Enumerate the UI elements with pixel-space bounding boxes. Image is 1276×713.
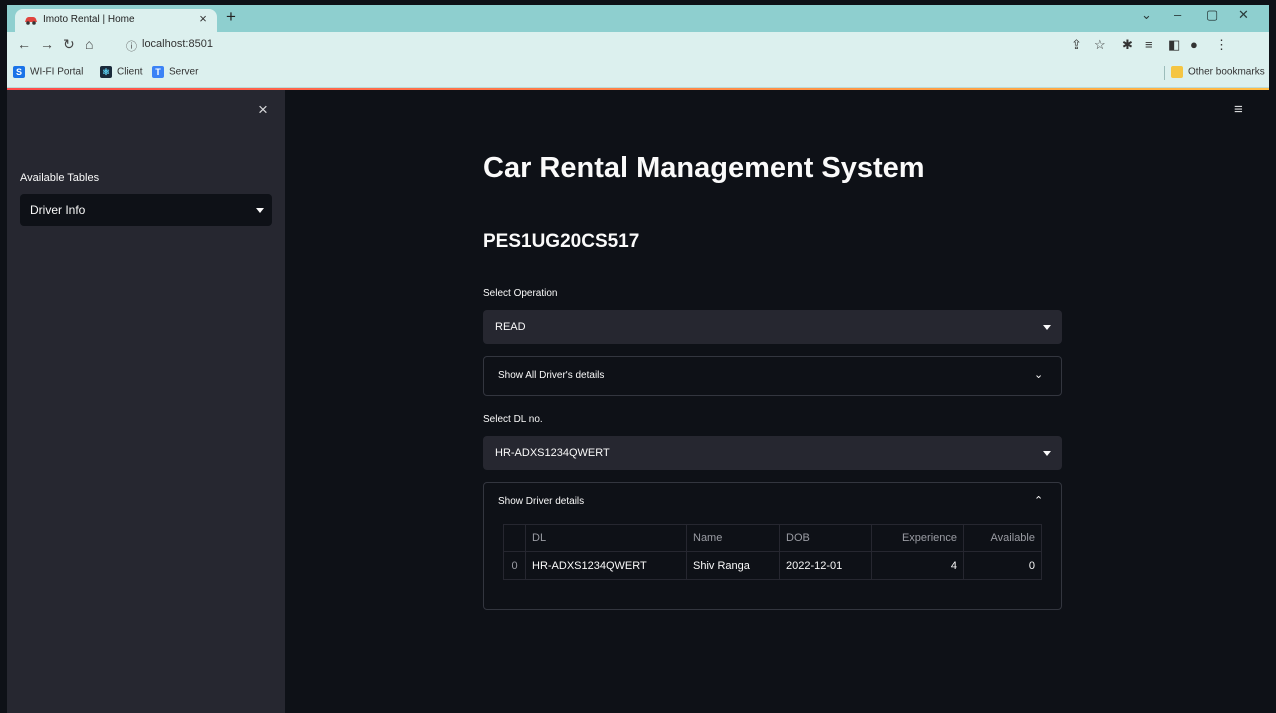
forward-icon[interactable]: → (40, 36, 54, 52)
close-window-icon[interactable]: ✕ (1238, 7, 1249, 23)
row-index: 0 (503, 551, 526, 580)
operation-select-value: READ (495, 321, 526, 333)
bookmark-server[interactable]: T Server (152, 66, 198, 78)
cell-dob[interactable]: 2022-12-01 (779, 551, 872, 580)
browser-window: Imoto Rental | Home × + ⌄ – ▢ ✕ ← → ↻ ⌂ … (7, 5, 1269, 713)
cell-available[interactable]: 0 (963, 551, 1042, 580)
restore-icon[interactable]: ▢ (1206, 7, 1218, 23)
folder-icon (1171, 66, 1183, 78)
car-icon (25, 17, 37, 25)
tab-search-icon[interactable]: ⌄ (1141, 7, 1152, 23)
main-content: ≡ Car Rental Management System PES1UG20C… (285, 90, 1269, 713)
hamburger-menu-icon[interactable]: ≡ (1234, 101, 1243, 118)
share-icon[interactable]: ⇪ (1071, 37, 1082, 52)
sidebar: × Available Tables Driver Info (7, 90, 285, 713)
cell-name[interactable]: Shiv Ranga (686, 551, 780, 580)
all-drivers-expander[interactable]: Show All Driver's details ⌄ (483, 356, 1062, 396)
cell-dl[interactable]: HR-ADXS1234QWERT (525, 551, 687, 580)
tab-strip: Imoto Rental | Home × + ⌄ – ▢ ✕ (7, 5, 1269, 32)
profile-avatar-icon[interactable]: ● (1190, 37, 1198, 52)
extensions-icon[interactable]: ✱ (1122, 37, 1133, 52)
bookmarks-bar: S WI-FI Portal ⚛ Client T Server Other book… (7, 58, 1269, 88)
back-icon[interactable]: ← (17, 36, 31, 52)
column-header-dob[interactable]: DOB (779, 524, 872, 552)
new-tab-icon[interactable]: + (226, 8, 236, 25)
bookmark-wifi-portal[interactable]: S WI-FI Portal (13, 66, 83, 78)
browser-toolbar: ← → ↻ ⌂ ⓘ localhost:8501 ⇪ ☆ ✱ ≡ ◧ ● ⋮ (7, 32, 1269, 58)
dl-label: Select DL no. (483, 414, 543, 425)
column-header-name[interactable]: Name (686, 524, 780, 552)
menu-dots-icon[interactable]: ⋮ (1215, 37, 1228, 52)
caret-down-icon (256, 208, 264, 213)
driver-details-expander[interactable]: Show Driver details ⌃ DL Name DOB Experi… (483, 482, 1062, 610)
tab-close-icon[interactable]: × (196, 11, 210, 26)
driver-table: DL Name DOB Experience Available 0 HR-AD… (503, 524, 1042, 580)
s-logo-icon: S (13, 66, 25, 78)
side-panel-icon[interactable]: ◧ (1168, 37, 1180, 52)
column-header-available[interactable]: Available (963, 524, 1042, 552)
column-header-dl[interactable]: DL (525, 524, 687, 552)
page-title: Car Rental Management System (483, 152, 925, 184)
table-select[interactable]: Driver Info (20, 194, 272, 226)
column-header-experience[interactable]: Experience (871, 524, 964, 552)
other-bookmarks[interactable]: Other bookmarks (1171, 66, 1265, 78)
column-header-index[interactable] (503, 524, 526, 552)
minimize-icon[interactable]: – (1174, 7, 1181, 22)
server-logo-icon: T (152, 66, 164, 78)
react-icon: ⚛ (100, 66, 112, 78)
caret-down-icon (1043, 451, 1051, 456)
all-drivers-expander-label: Show All Driver's details (498, 370, 605, 381)
table-row: 0 HR-ADXS1234QWERT Shiv Ranga 2022-12-01… (503, 551, 1042, 580)
operation-label: Select Operation (483, 288, 558, 299)
url-text: localhost:8501 (142, 38, 213, 50)
browser-tab[interactable]: Imoto Rental | Home × (15, 9, 217, 32)
table-header-row: DL Name DOB Experience Available (503, 524, 1042, 552)
operation-select[interactable]: READ (483, 310, 1062, 344)
home-icon[interactable]: ⌂ (85, 36, 93, 52)
bookmark-separator (1164, 66, 1165, 80)
reading-list-icon[interactable]: ≡ (1145, 37, 1153, 52)
site-info-icon[interactable]: ⓘ (126, 38, 137, 54)
page-subtitle: PES1UG20CS517 (483, 231, 640, 252)
close-sidebar-icon[interactable]: × (258, 100, 268, 120)
driver-details-expander-label: Show Driver details (498, 496, 585, 507)
dl-select-value: HR-ADXS1234QWERT (495, 447, 610, 459)
bookmark-client[interactable]: ⚛ Client (100, 66, 143, 78)
cell-experience[interactable]: 4 (871, 551, 964, 580)
bookmark-star-icon[interactable]: ☆ (1094, 37, 1106, 52)
dl-select[interactable]: HR-ADXS1234QWERT (483, 436, 1062, 470)
tab-title: Imoto Rental | Home (43, 14, 135, 25)
caret-down-icon (1043, 325, 1051, 330)
reload-icon[interactable]: ↻ (63, 36, 75, 52)
chevron-up-icon: ⌃ (1034, 495, 1044, 507)
chevron-down-icon: ⌄ (1034, 369, 1044, 381)
available-tables-label: Available Tables (20, 172, 100, 184)
table-select-value: Driver Info (30, 203, 86, 217)
address-bar[interactable]: ⓘ localhost:8501 (120, 35, 1130, 55)
